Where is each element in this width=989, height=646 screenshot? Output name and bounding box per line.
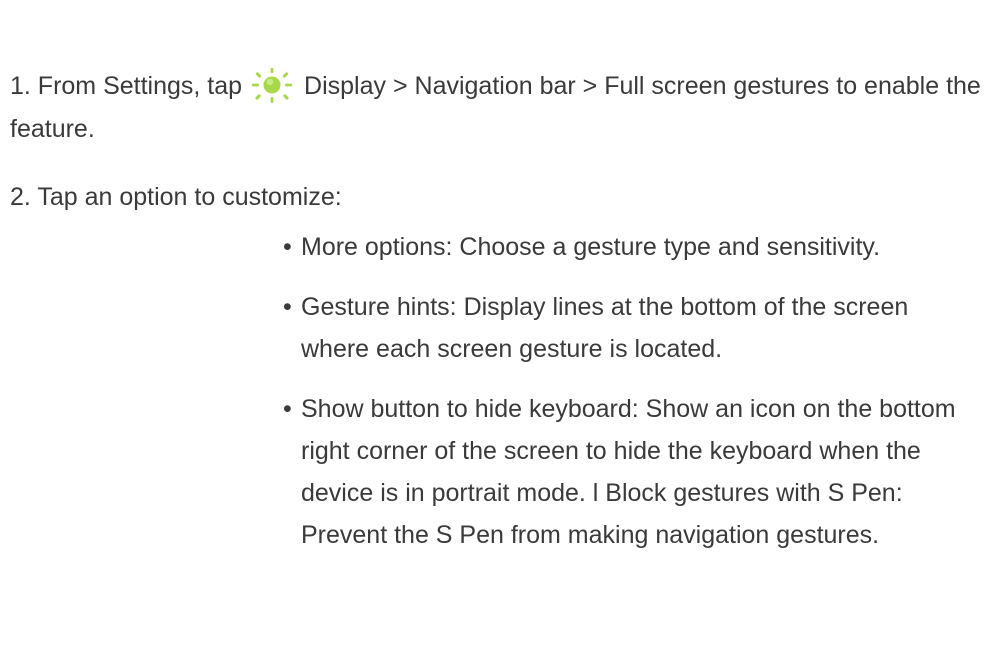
list-item: • Show button to hide keyboard: Show an … bbox=[283, 388, 983, 556]
display-brightness-icon bbox=[252, 68, 293, 103]
option-text: More options: Choose a gesture type and … bbox=[301, 233, 881, 261]
step-1: 1. From Settings, tap Display > Navigati… bbox=[10, 65, 981, 150]
step-1-text-start: 1. From Settings, tap bbox=[10, 72, 243, 100]
step-2: 2. Tap an option to customize: bbox=[10, 183, 342, 211]
bullet: • bbox=[283, 395, 292, 423]
list-item: • Gesture hints: Display lines at the bo… bbox=[283, 286, 983, 370]
option-text: Show button to hide keyboard: Show an ic… bbox=[301, 395, 956, 549]
bullet: • bbox=[283, 293, 292, 321]
option-list: • More options: Choose a gesture type an… bbox=[283, 226, 983, 574]
list-item: • More options: Choose a gesture type an… bbox=[283, 226, 983, 268]
option-text: Gesture hints: Display lines at the bott… bbox=[301, 293, 909, 363]
bullet: • bbox=[283, 233, 292, 261]
